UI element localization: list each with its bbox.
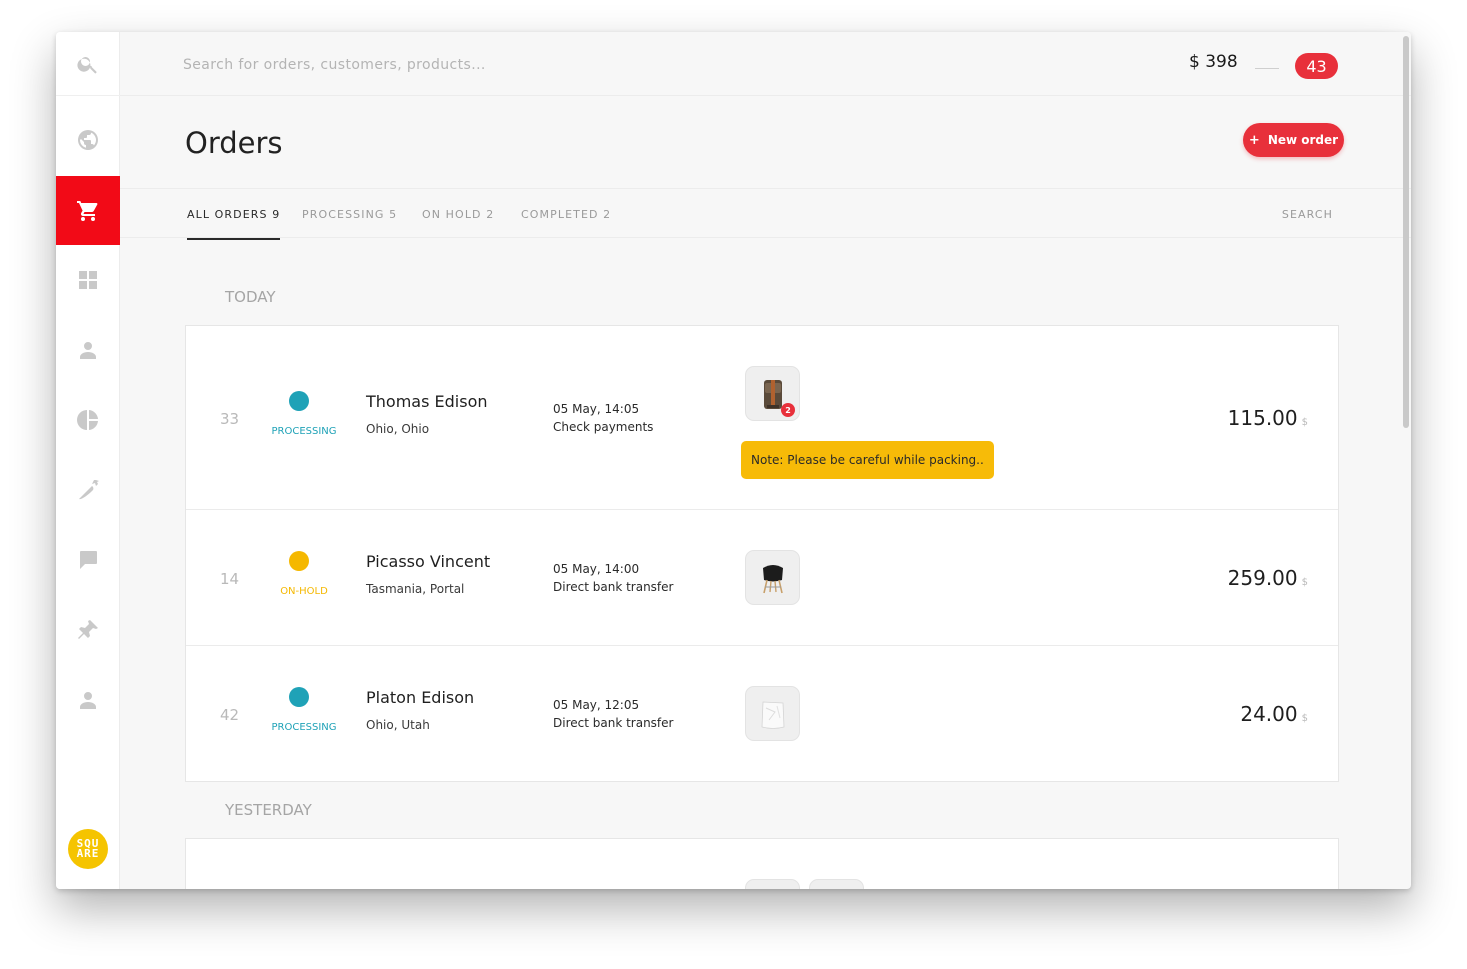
balance-amount: $ 398 xyxy=(1189,52,1238,72)
customer-name[interactable]: Picasso Vincent xyxy=(366,552,490,571)
globe-icon xyxy=(78,130,98,150)
section-yesterday: YESTERDAY xyxy=(225,801,312,819)
payment-method: Direct bank transfer xyxy=(553,580,674,594)
price-currency: $ xyxy=(1301,417,1308,428)
section-today: TODAY xyxy=(225,288,276,306)
dashboard-grid-icon xyxy=(79,271,97,289)
user-icon xyxy=(80,692,96,709)
pie-chart-icon xyxy=(77,410,98,430)
app-window: SQU ARE $ 398 43 Orders + New order ALL … xyxy=(56,32,1411,889)
order-price: 115.00 $ xyxy=(1228,406,1308,430)
sidebar-item-reports[interactable] xyxy=(56,388,120,452)
tab-completed[interactable]: COMPLETED 2 xyxy=(521,189,611,239)
new-order-button[interactable]: + New order xyxy=(1243,123,1344,157)
sidebar-item-pins[interactable] xyxy=(56,598,120,662)
orders-list: 33 PROCESSING Thomas Edison Ohio, Ohio 0… xyxy=(185,325,1339,782)
order-id: 42 xyxy=(220,706,240,724)
order-date: 05 May, 14:00 xyxy=(553,562,640,576)
orders-list-yesterday xyxy=(185,838,1339,889)
product-thumbnail[interactable] xyxy=(745,550,800,605)
status-dot xyxy=(289,551,309,571)
notification-badge[interactable]: 43 xyxy=(1295,53,1338,79)
sidebar-item-orders[interactable] xyxy=(56,176,120,245)
sidebar-item-customers[interactable] xyxy=(56,318,120,382)
new-order-label: New order xyxy=(1267,133,1339,147)
tab-all-orders[interactable]: ALL ORDERS 9 xyxy=(187,189,281,240)
product-thumbnail[interactable] xyxy=(745,879,800,889)
order-tabs: ALL ORDERS 9 PROCESSING 5 ON HOLD 2 COMP… xyxy=(120,188,1411,240)
sidebar-item-globe[interactable] xyxy=(56,108,120,172)
balance-separator xyxy=(1255,68,1279,69)
product-thumbnail[interactable] xyxy=(745,686,800,741)
tab-processing[interactable]: PROCESSING 5 xyxy=(302,189,397,239)
scrollbar[interactable] xyxy=(1403,36,1409,428)
order-row[interactable]: 14 ON-HOLD Picasso Vincent Tasmania, Por… xyxy=(186,510,1338,646)
sidebar-item-products[interactable] xyxy=(56,458,120,522)
search-input[interactable] xyxy=(183,52,603,78)
order-id: 33 xyxy=(220,410,240,428)
quantity-badge: 2 xyxy=(781,403,795,417)
price-value: 24.00 xyxy=(1240,702,1298,726)
order-date: 05 May, 12:05 xyxy=(553,698,640,712)
chair-icon xyxy=(762,564,783,593)
customer-name[interactable]: Platon Edison xyxy=(366,688,474,707)
user-icon xyxy=(80,342,96,359)
sidebar-item-search[interactable] xyxy=(56,32,120,96)
paper-bag-icon xyxy=(761,701,784,729)
tab-on-hold[interactable]: ON HOLD 2 xyxy=(422,189,494,239)
pin-icon xyxy=(78,620,98,639)
search-icon xyxy=(77,56,97,74)
status-dot xyxy=(289,391,309,411)
sidebar-item-messages[interactable] xyxy=(56,528,120,592)
product-thumbnail[interactable] xyxy=(809,879,864,889)
chat-icon xyxy=(80,551,97,569)
page-title: Orders xyxy=(185,126,283,160)
order-date: 05 May, 14:05 xyxy=(553,402,640,416)
order-row[interactable]: 33 PROCESSING Thomas Edison Ohio, Ohio 0… xyxy=(186,326,1338,510)
order-note: Note: Please be careful while packing.. xyxy=(741,441,994,479)
topbar: $ 398 43 xyxy=(120,32,1411,96)
price-value: 259.00 xyxy=(1227,566,1298,590)
brand-logo[interactable]: SQU ARE xyxy=(68,829,108,869)
order-id: 14 xyxy=(220,570,240,588)
price-currency: $ xyxy=(1301,577,1308,588)
order-price: 24.00 $ xyxy=(1240,702,1308,726)
customer-location: Tasmania, Portal xyxy=(366,582,465,596)
status-dot xyxy=(289,687,309,707)
sidebar: SQU ARE xyxy=(56,32,120,889)
payment-method: Direct bank transfer xyxy=(553,716,674,730)
price-currency: $ xyxy=(1301,713,1308,724)
payment-method: Check payments xyxy=(553,420,654,434)
status-text: PROCESSING xyxy=(271,722,337,733)
order-price: 259.00 $ xyxy=(1228,566,1308,590)
product-thumbnail[interactable]: 2 xyxy=(745,366,800,421)
price-value: 115.00 xyxy=(1227,406,1298,430)
customer-location: Ohio, Ohio xyxy=(366,422,430,436)
order-row[interactable]: 42 PROCESSING Platon Edison Ohio, Utah 0… xyxy=(186,646,1338,782)
sidebar-item-dashboard[interactable] xyxy=(56,248,120,312)
status-text: ON-HOLD xyxy=(280,586,328,597)
tab-search[interactable]: SEARCH xyxy=(1282,189,1333,239)
plus-icon: + xyxy=(1248,132,1260,148)
customer-name[interactable]: Thomas Edison xyxy=(366,392,488,411)
brand-logo-line-2: ARE xyxy=(76,847,100,860)
carrot-icon xyxy=(79,480,99,500)
sidebar-item-account[interactable] xyxy=(56,668,120,732)
status-text: PROCESSING xyxy=(271,426,337,437)
cart-icon xyxy=(77,200,98,221)
customer-location: Ohio, Utah xyxy=(366,718,430,732)
